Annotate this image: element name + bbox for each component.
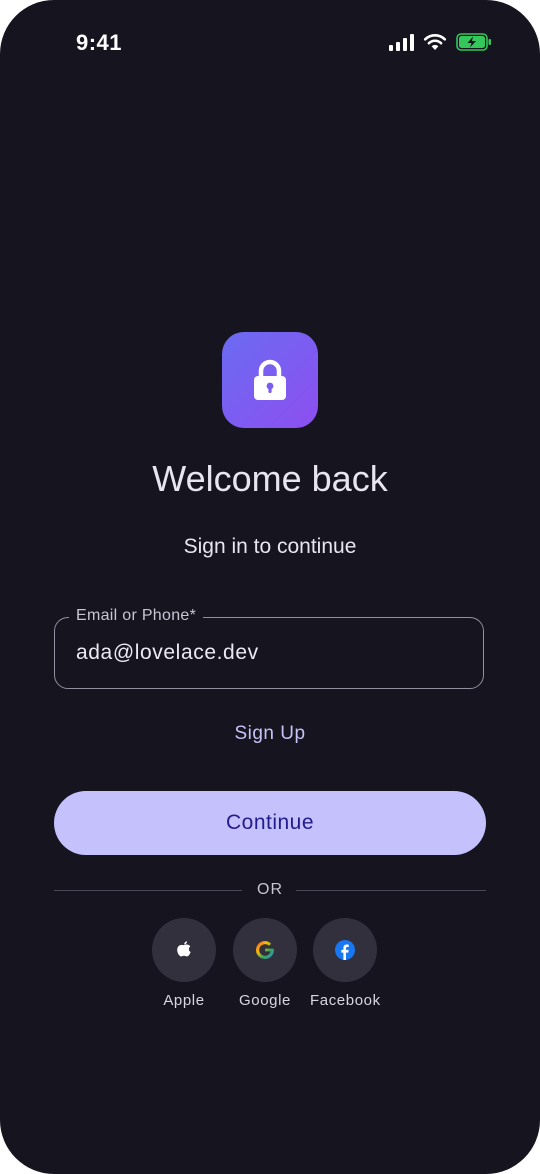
app-logo bbox=[222, 332, 318, 428]
login-screen: 9:41 Welcome back Sign in to continue Em… bbox=[0, 0, 540, 1174]
facebook-icon bbox=[335, 940, 356, 960]
google-icon bbox=[255, 941, 274, 959]
social-facebook[interactable]: Facebook bbox=[310, 918, 381, 1009]
page-title: Welcome back bbox=[152, 458, 388, 499]
wifi-icon bbox=[423, 33, 447, 51]
google-button[interactable] bbox=[233, 918, 297, 982]
battery-charging-icon bbox=[456, 33, 492, 51]
status-icons bbox=[389, 33, 492, 51]
facebook-button[interactable] bbox=[313, 918, 378, 982]
lock-icon bbox=[254, 359, 286, 400]
social-google-label: Google bbox=[239, 992, 291, 1009]
page-subtitle: Sign in to continue bbox=[183, 535, 357, 558]
cellular-signal-icon bbox=[389, 33, 414, 51]
social-apple[interactable]: Apple bbox=[152, 918, 216, 1009]
continue-button[interactable]: Continue bbox=[54, 791, 486, 855]
status-time: 9:41 bbox=[76, 30, 123, 55]
social-facebook-label: Facebook bbox=[310, 992, 381, 1009]
email-field-label: Email or Phone* bbox=[69, 607, 204, 625]
email-input[interactable] bbox=[76, 641, 456, 665]
or-divider: OR bbox=[54, 878, 486, 902]
divider-line-right bbox=[296, 890, 486, 891]
social-google[interactable]: Google bbox=[233, 918, 297, 1009]
apple-button[interactable] bbox=[152, 918, 216, 982]
apple-icon bbox=[177, 941, 191, 957]
social-apple-label: Apple bbox=[163, 992, 205, 1009]
sign-up-link[interactable]: Sign Up bbox=[0, 723, 540, 745]
email-field[interactable]: Email or Phone* bbox=[54, 607, 484, 689]
